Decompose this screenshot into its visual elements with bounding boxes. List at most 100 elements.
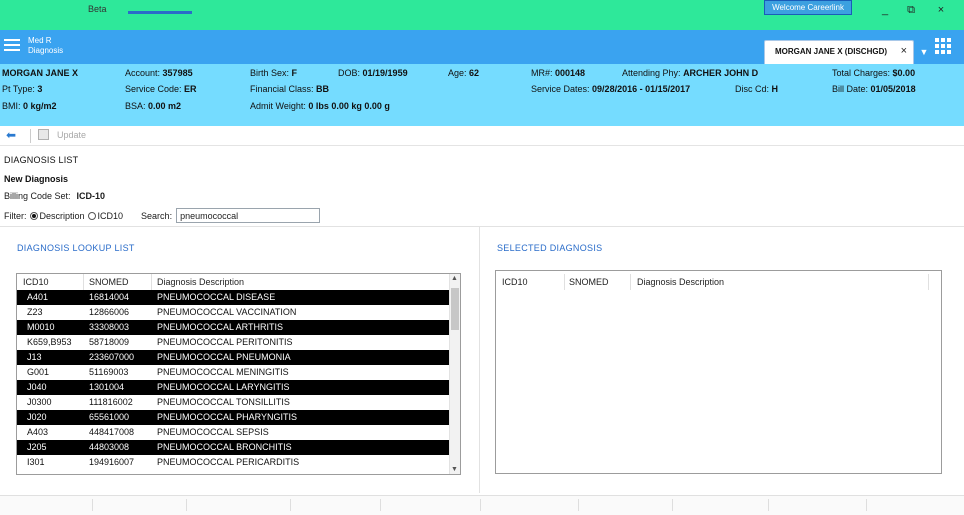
col-snomed[interactable]: SNOMED	[89, 277, 129, 287]
cell-desc: PNEUMOCOCCAL PERICARDITIS	[157, 457, 300, 467]
service-code-field: Service Code: ER	[125, 84, 197, 94]
attending-field: Attending Phy: ARCHER JOHN D	[622, 68, 759, 78]
cell-snomed: 58718009	[89, 337, 130, 347]
search-label: Search:	[141, 210, 173, 221]
status-bar	[0, 495, 964, 515]
scroll-thumb[interactable]	[451, 288, 459, 330]
toolbar-divider	[30, 129, 31, 143]
patient-info-banner: MORGAN JANE X Account: 357985 Birth Sex:…	[0, 64, 964, 126]
billing-code-set: Billing Code Set: ICD-10	[4, 191, 105, 201]
divider	[0, 226, 964, 227]
panel-divider	[479, 227, 480, 493]
cell-desc: PNEUMOCOCCAL PERITONITIS	[157, 337, 293, 347]
disc-cd-field: Disc Cd: H	[735, 84, 779, 94]
cell-desc: PNEUMOCOCCAL SEPSIS	[157, 427, 269, 437]
tab-dropdown-icon[interactable]: ▼	[918, 47, 930, 59]
cell-icd: J13	[27, 352, 42, 362]
cell-snomed: 12866006	[89, 307, 130, 317]
cell-icd: Z23	[27, 307, 43, 317]
sel-col-snomed[interactable]: SNOMED	[569, 277, 609, 287]
window-title-bar: Beta Welcome Careerlink _ ⧉ ×	[0, 0, 964, 30]
cell-icd: M0010	[27, 322, 55, 332]
table-row[interactable]: J040 1301004 PNEUMOCOCCAL LARYNGITIS	[17, 380, 460, 395]
cell-icd: J020	[27, 412, 47, 422]
app-label: Beta	[88, 4, 107, 14]
scroll-up-icon[interactable]: ▲	[451, 275, 458, 282]
lookup-list-title: DIAGNOSIS LOOKUP LIST	[17, 243, 135, 253]
filter-description-label[interactable]: Description	[40, 211, 85, 221]
table-row[interactable]: K659,B953 58718009 PNEUMOCOCCAL PERITONITI…	[17, 335, 460, 350]
table-row[interactable]: G001 51169003 PNEUMOCOCCAL MENINGITIS	[17, 365, 460, 380]
table-row[interactable]: J205 44803008 PNEUMOCOCCAL BRONCHITIS	[17, 440, 460, 455]
filter-icd10-label[interactable]: ICD10	[98, 211, 124, 221]
selected-grid-header: ICD10 SNOMED Diagnosis Description	[496, 274, 941, 290]
close-window-button[interactable]: ×	[934, 4, 948, 16]
patient-tab-label: MORGAN JANE X (DISCHGD)	[775, 47, 888, 56]
mr-field: MR#: 000148	[531, 68, 586, 78]
update-button[interactable]: Update	[57, 130, 86, 140]
table-row[interactable]: Z23 12866006 PNEUMOCOCCAL VACCINATION	[17, 305, 460, 320]
lookup-scrollbar[interactable]: ▲ ▼	[449, 274, 460, 474]
col-description[interactable]: Diagnosis Description	[157, 277, 244, 287]
close-tab-icon[interactable]: ×	[901, 45, 907, 57]
filter-row: Filter: Description ICD10 Search:	[4, 208, 321, 223]
table-row[interactable]: J020 65561000 PNEUMOCOCCAL PHARYNGITIS	[17, 410, 460, 425]
cell-snomed: 65561000	[89, 412, 130, 422]
table-row[interactable]: J13 233607000 PNEUMOCOCCAL PNEUMONIA	[17, 350, 460, 365]
filter-icd10-radio[interactable]	[87, 211, 96, 220]
table-row[interactable]: A401 16814004 PNEUMOCOCCAL DISEASE	[17, 290, 460, 305]
cell-snomed: 111816002	[89, 397, 133, 407]
user-welcome-button[interactable]: Welcome Careerlink	[764, 0, 852, 15]
restore-button[interactable]: ⧉	[904, 4, 918, 17]
cell-icd: I301	[27, 457, 45, 467]
lookup-grid-header: ICD10 SNOMED Diagnosis Description	[17, 274, 460, 290]
patient-tab[interactable]: MORGAN JANE X (DISCHGD) ×	[764, 40, 914, 64]
table-row[interactable]: A403 448417008 PNEUMOCOCCAL SEPSIS	[17, 425, 460, 440]
cell-desc: PNEUMOCOCCAL BRONCHITIS	[157, 442, 292, 452]
cell-desc: PNEUMOCOCCAL MENINGITIS	[157, 367, 289, 377]
module-title: Med R Diagnosis	[28, 36, 63, 56]
table-row[interactable]: J0300 111816002 PNEUMOCOCCAL TONSILLITIS	[17, 395, 460, 410]
cell-icd: A401	[27, 292, 49, 302]
birth-sex-field: Birth Sex: F	[250, 68, 298, 78]
module-bar: Med R Diagnosis MORGAN JANE X (DISCHGD) …	[0, 30, 964, 64]
cell-snomed: 1301004	[89, 382, 125, 392]
admit-weight-field: Admit Weight: 0 lbs 0.00 kg 0.00 g	[250, 101, 390, 111]
cell-icd: G001	[27, 367, 50, 377]
selected-list-grid: ICD10 SNOMED Diagnosis Description	[495, 270, 942, 474]
cell-desc: PNEUMOCOCCAL DISEASE	[157, 292, 276, 302]
scroll-down-icon[interactable]: ▼	[451, 466, 458, 473]
save-icon	[38, 129, 49, 140]
dob-field: DOB: 01/19/1959	[338, 68, 408, 78]
bsa-field: BSA: 0.00 m2	[125, 101, 182, 111]
table-row[interactable]: M0010 33308003 PNEUMOCOCCAL ARTHRITIS	[17, 320, 460, 335]
selected-list-title: SELECTED DIAGNOSIS	[497, 243, 603, 253]
sel-col-description[interactable]: Diagnosis Description	[637, 277, 724, 287]
cell-desc: PNEUMOCOCCAL PHARYNGITIS	[157, 412, 298, 422]
filter-label: Filter:	[4, 210, 27, 221]
billing-code-value: ICD-10	[76, 191, 106, 201]
sel-col-icd10[interactable]: ICD10	[502, 277, 528, 287]
pt-type-field: Pt Type: 3	[2, 84, 43, 94]
bill-date-field: Bill Date: 01/05/2018	[832, 84, 916, 94]
cell-desc: PNEUMOCOCCAL LARYNGITIS	[157, 382, 290, 392]
back-arrow-icon[interactable]: ⬅	[6, 128, 16, 142]
filter-description-radio[interactable]	[29, 211, 38, 220]
hamburger-menu-icon[interactable]	[4, 39, 20, 53]
app-grid-icon[interactable]	[935, 38, 951, 54]
cell-desc: PNEUMOCOCCAL ARTHRITIS	[157, 322, 284, 332]
age-field: Age: 62	[448, 68, 480, 78]
search-input[interactable]	[176, 208, 321, 223]
module-title-line1: Med R	[28, 36, 52, 45]
col-icd10[interactable]: ICD10	[23, 277, 49, 287]
cell-snomed: 51169003	[89, 367, 129, 377]
page-title: DIAGNOSIS LIST	[4, 155, 79, 165]
service-dates-field: Service Dates: 09/28/2016 - 01/15/2017	[531, 84, 691, 94]
minimize-button[interactable]: _	[878, 4, 892, 16]
table-row[interactable]: I301 194916007 PNEUMOCOCCAL PERICARDITIS	[17, 455, 460, 470]
patient-name: MORGAN JANE X	[2, 68, 79, 78]
module-title-line2: Diagnosis	[28, 46, 64, 55]
cell-icd: J205	[27, 442, 47, 452]
new-diagnosis-heading: New Diagnosis	[4, 174, 69, 184]
account-field: Account: 357985	[125, 68, 193, 78]
